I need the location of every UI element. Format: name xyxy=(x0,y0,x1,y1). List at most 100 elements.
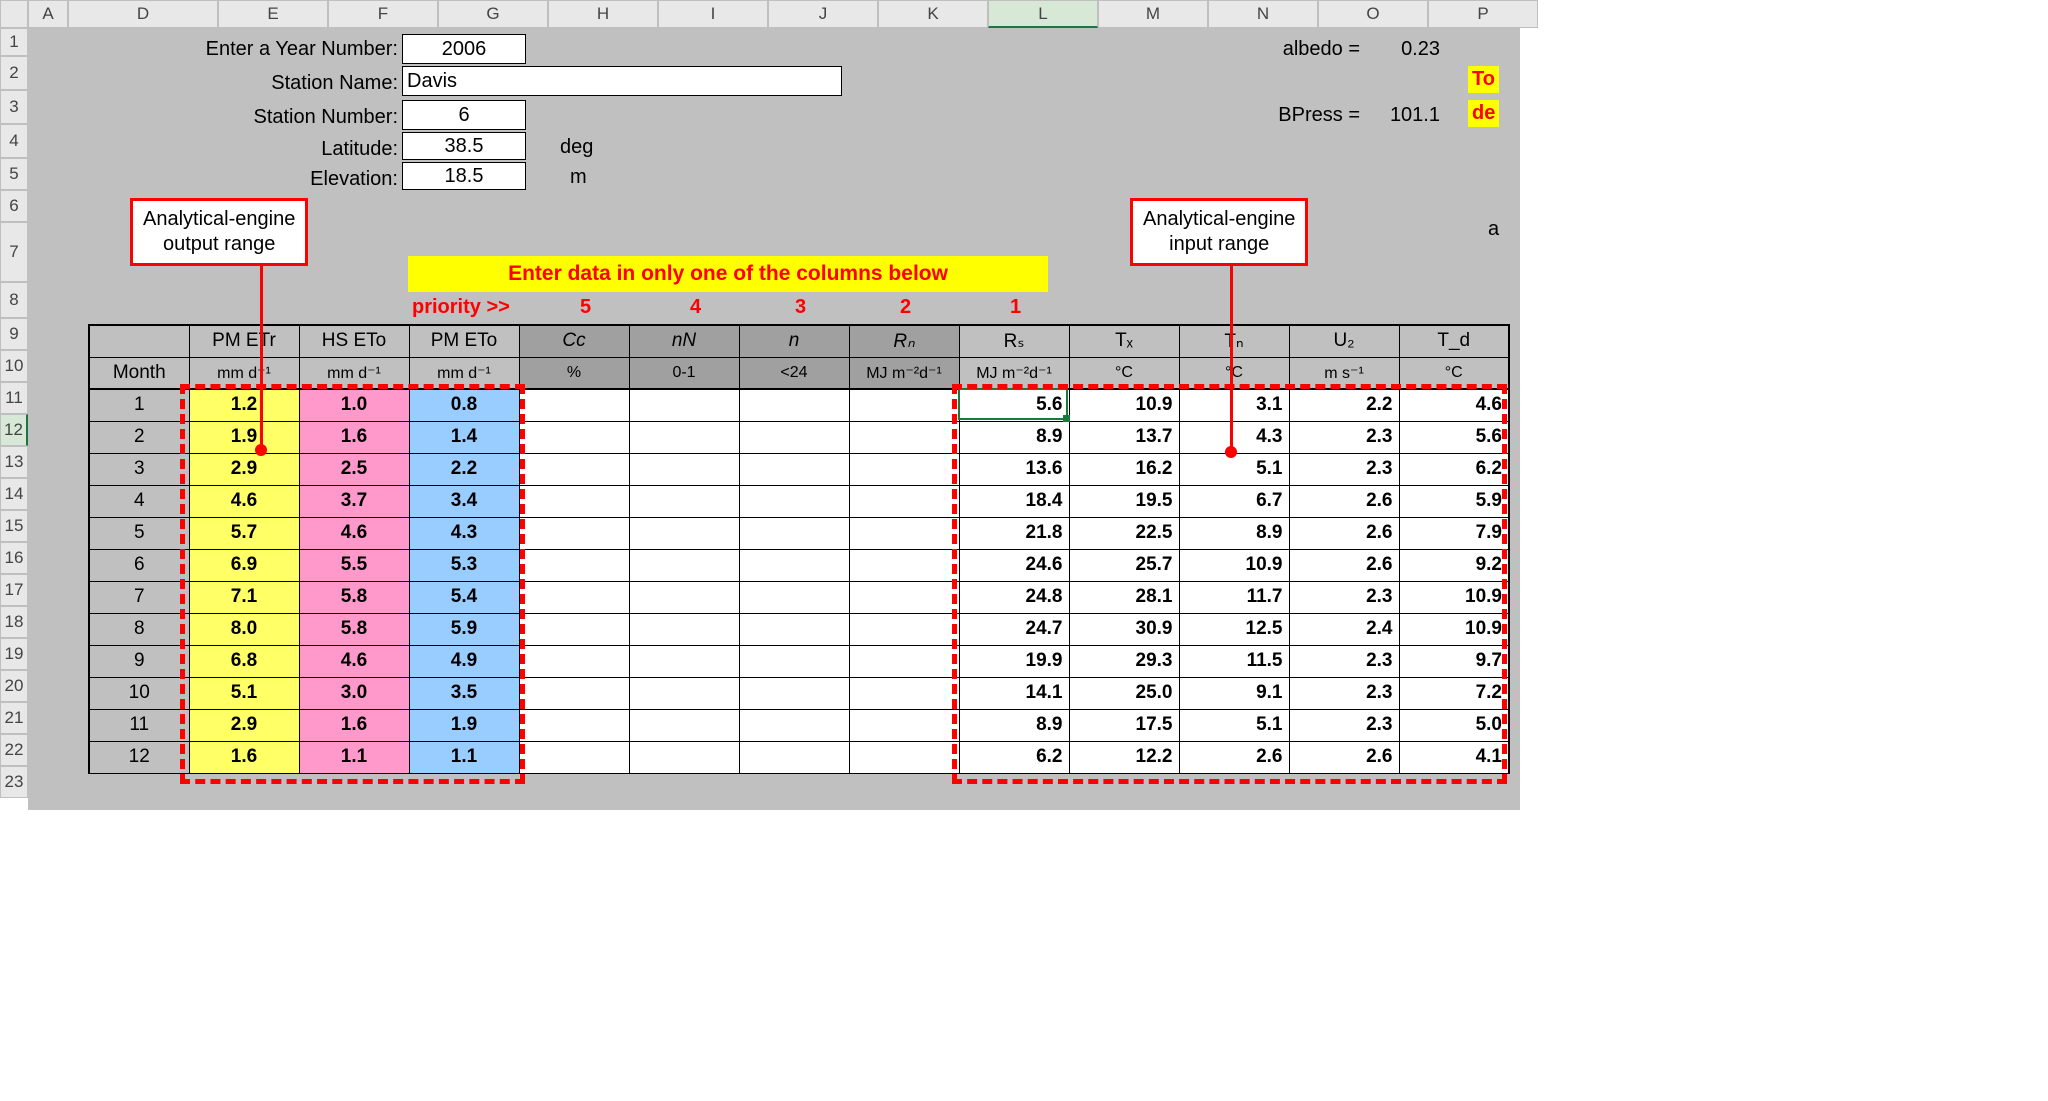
cell-r10-c7[interactable] xyxy=(849,709,959,741)
row-header-1[interactable]: 1 xyxy=(0,28,28,56)
cell-r9-c0[interactable]: 10 xyxy=(89,677,189,709)
column-header-E[interactable]: E xyxy=(218,0,328,28)
cell-r5-c7[interactable] xyxy=(849,549,959,581)
cell-r5-c5[interactable] xyxy=(629,549,739,581)
cell-r8-c2[interactable]: 4.6 xyxy=(299,645,409,677)
column-header-H[interactable]: H xyxy=(548,0,658,28)
column-header-F[interactable]: F xyxy=(328,0,438,28)
cell-r3-c0[interactable]: 4 xyxy=(89,485,189,517)
cell-r11-c9[interactable]: 12.2 xyxy=(1069,741,1179,773)
cell-r2-c2[interactable]: 2.5 xyxy=(299,453,409,485)
cell-r1-c1[interactable]: 1.9 xyxy=(189,421,299,453)
row-header-7[interactable]: 7 xyxy=(0,222,28,282)
cell-r11-c0[interactable]: 12 xyxy=(89,741,189,773)
cell-r1-c6[interactable] xyxy=(739,421,849,453)
cell-r3-c7[interactable] xyxy=(849,485,959,517)
row-header-9[interactable]: 9 xyxy=(0,318,28,350)
cell-r0-c11[interactable]: 2.2 xyxy=(1289,389,1399,421)
cell-r8-c11[interactable]: 2.3 xyxy=(1289,645,1399,677)
cell-r2-c0[interactable]: 3 xyxy=(89,453,189,485)
cell-r2-c9[interactable]: 16.2 xyxy=(1069,453,1179,485)
cell-r1-c8[interactable]: 8.9 xyxy=(959,421,1069,453)
row-header-17[interactable]: 17 xyxy=(0,574,28,606)
cell-r10-c6[interactable] xyxy=(739,709,849,741)
select-all-corner[interactable] xyxy=(0,0,28,28)
cell-r2-c7[interactable] xyxy=(849,453,959,485)
cell-r0-c9[interactable]: 10.9 xyxy=(1069,389,1179,421)
cell-r3-c10[interactable]: 6.7 xyxy=(1179,485,1289,517)
cell-r4-c1[interactable]: 5.7 xyxy=(189,517,299,549)
cell-r4-c9[interactable]: 22.5 xyxy=(1069,517,1179,549)
row-header-19[interactable]: 19 xyxy=(0,638,28,670)
row-header-13[interactable]: 13 xyxy=(0,446,28,478)
cell-r6-c6[interactable] xyxy=(739,581,849,613)
cell-r9-c5[interactable] xyxy=(629,677,739,709)
cell-r10-c11[interactable]: 2.3 xyxy=(1289,709,1399,741)
cell-r0-c8[interactable]: 5.6 xyxy=(959,389,1069,421)
cell-elev[interactable]: 18.5 xyxy=(402,162,526,190)
cell-r1-c2[interactable]: 1.6 xyxy=(299,421,409,453)
row-header-21[interactable]: 21 xyxy=(0,702,28,734)
cell-r5-c8[interactable]: 24.6 xyxy=(959,549,1069,581)
row-header-8[interactable]: 8 xyxy=(0,282,28,318)
row-header-4[interactable]: 4 xyxy=(0,124,28,158)
cell-r11-c7[interactable] xyxy=(849,741,959,773)
row-header-11[interactable]: 11 xyxy=(0,382,28,414)
cell-r2-c1[interactable]: 2.9 xyxy=(189,453,299,485)
cell-r6-c12[interactable]: 10.9 xyxy=(1399,581,1509,613)
cell-r8-c8[interactable]: 19.9 xyxy=(959,645,1069,677)
cell-r4-c8[interactable]: 21.8 xyxy=(959,517,1069,549)
cell-r8-c10[interactable]: 11.5 xyxy=(1179,645,1289,677)
cell-r7-c10[interactable]: 12.5 xyxy=(1179,613,1289,645)
cell-r8-c6[interactable] xyxy=(739,645,849,677)
cell-r8-c9[interactable]: 29.3 xyxy=(1069,645,1179,677)
cell-r3-c6[interactable] xyxy=(739,485,849,517)
cell-r4-c3[interactable]: 4.3 xyxy=(409,517,519,549)
cell-r1-c9[interactable]: 13.7 xyxy=(1069,421,1179,453)
cell-r2-c12[interactable]: 6.2 xyxy=(1399,453,1509,485)
cell-r7-c2[interactable]: 5.8 xyxy=(299,613,409,645)
cell-r0-c5[interactable] xyxy=(629,389,739,421)
cell-r6-c10[interactable]: 11.7 xyxy=(1179,581,1289,613)
cell-r2-c6[interactable] xyxy=(739,453,849,485)
column-header-A[interactable]: A xyxy=(28,0,68,28)
cell-r7-c3[interactable]: 5.9 xyxy=(409,613,519,645)
cell-r1-c12[interactable]: 5.6 xyxy=(1399,421,1509,453)
cell-r11-c12[interactable]: 4.1 xyxy=(1399,741,1509,773)
cell-r7-c12[interactable]: 10.9 xyxy=(1399,613,1509,645)
cell-lat[interactable]: 38.5 xyxy=(402,132,526,160)
cell-r9-c1[interactable]: 5.1 xyxy=(189,677,299,709)
cell-r5-c11[interactable]: 2.6 xyxy=(1289,549,1399,581)
cell-r4-c0[interactable]: 5 xyxy=(89,517,189,549)
cell-r4-c7[interactable] xyxy=(849,517,959,549)
cell-r10-c4[interactable] xyxy=(519,709,629,741)
cell-r6-c7[interactable] xyxy=(849,581,959,613)
column-header-O[interactable]: O xyxy=(1318,0,1428,28)
cell-r9-c2[interactable]: 3.0 xyxy=(299,677,409,709)
cell-r2-c8[interactable]: 13.6 xyxy=(959,453,1069,485)
row-header-22[interactable]: 22 xyxy=(0,734,28,766)
row-header-3[interactable]: 3 xyxy=(0,90,28,124)
cell-r0-c1[interactable]: 1.2 xyxy=(189,389,299,421)
row-header-2[interactable]: 2 xyxy=(0,56,28,90)
cell-r1-c3[interactable]: 1.4 xyxy=(409,421,519,453)
cell-year[interactable]: 2006 xyxy=(402,34,526,64)
cell-r1-c7[interactable] xyxy=(849,421,959,453)
cell-r8-c1[interactable]: 6.8 xyxy=(189,645,299,677)
row-header-23[interactable]: 23 xyxy=(0,766,28,798)
cell-r7-c11[interactable]: 2.4 xyxy=(1289,613,1399,645)
cell-r0-c4[interactable] xyxy=(519,389,629,421)
cell-r6-c9[interactable]: 28.1 xyxy=(1069,581,1179,613)
cell-r11-c11[interactable]: 2.6 xyxy=(1289,741,1399,773)
cell-r2-c10[interactable]: 5.1 xyxy=(1179,453,1289,485)
cell-r10-c9[interactable]: 17.5 xyxy=(1069,709,1179,741)
column-header-N[interactable]: N xyxy=(1208,0,1318,28)
cell-r7-c0[interactable]: 8 xyxy=(89,613,189,645)
cell-r0-c3[interactable]: 0.8 xyxy=(409,389,519,421)
cell-r4-c6[interactable] xyxy=(739,517,849,549)
cell-r8-c5[interactable] xyxy=(629,645,739,677)
cell-r11-c5[interactable] xyxy=(629,741,739,773)
cell-r10-c10[interactable]: 5.1 xyxy=(1179,709,1289,741)
cell-r9-c10[interactable]: 9.1 xyxy=(1179,677,1289,709)
cell-r2-c11[interactable]: 2.3 xyxy=(1289,453,1399,485)
